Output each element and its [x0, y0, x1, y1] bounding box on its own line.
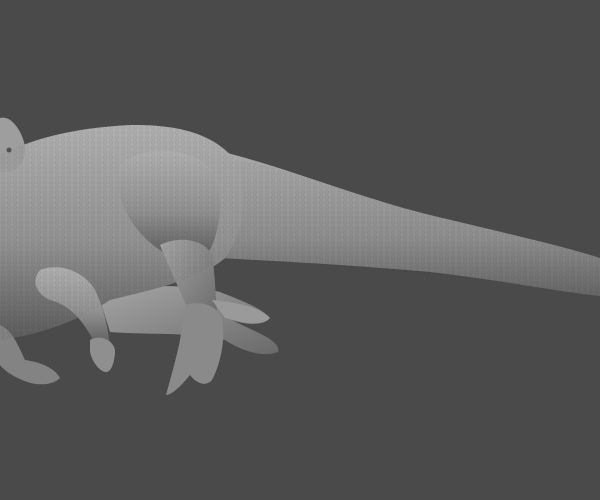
- skin-texture: [0, 124, 600, 340]
- front-hand: [90, 337, 115, 372]
- dinosaur-render: [0, 117, 600, 395]
- viewport: [0, 0, 600, 500]
